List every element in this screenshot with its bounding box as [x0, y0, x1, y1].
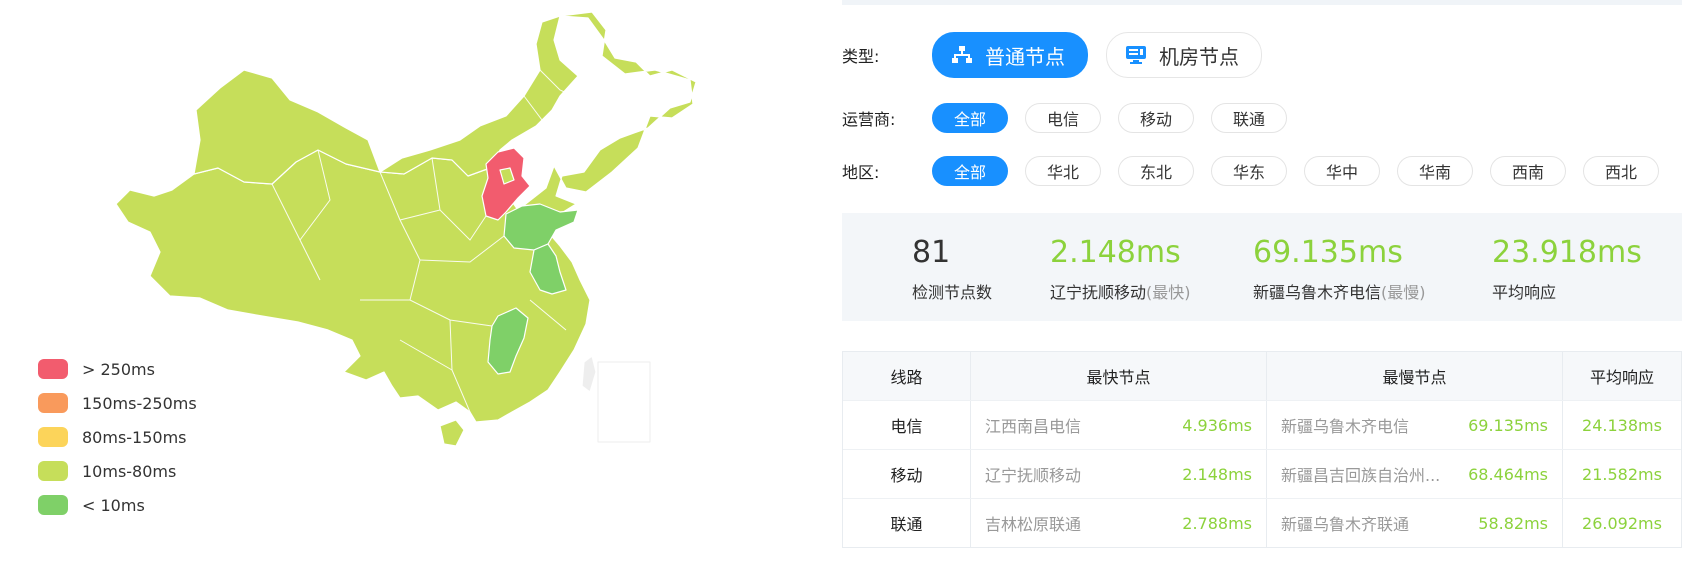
header-average: 平均响应 [1589, 368, 1654, 387]
type-datacenter-node-label: 机房节点 [1159, 44, 1239, 69]
header-fastest-node: 最快节点 [971, 352, 1267, 400]
type-filter-row: 类型: 普通节点 机房节点 [842, 32, 1280, 78]
fastest-node-name: 吉林松原联通 [985, 515, 1082, 534]
legend-swatch [38, 461, 68, 481]
shandong-green-region [503, 203, 579, 251]
stat-node-count-value: 81 [912, 235, 951, 270]
header-line: 线路 [843, 352, 971, 400]
cell-average: 24.138ms [1563, 401, 1681, 449]
legend-item[interactable]: 150ms-250ms [38, 386, 197, 420]
cell-average: 21.582ms [1563, 450, 1681, 498]
cell-line: 电信 [843, 401, 971, 449]
average-value: 26.092ms [1582, 513, 1662, 533]
table-header-row: 线路 最快节点 最慢节点 平均响应 [843, 352, 1681, 401]
type-normal-node-button[interactable]: 普通节点 [932, 32, 1088, 78]
region-option-southwest[interactable]: 西南 [1490, 156, 1566, 186]
stat-fastest-value: 2.148ms [1050, 235, 1181, 270]
cell-fastest: 吉林松原联通 2.788ms [971, 499, 1267, 547]
isp-option-telecom[interactable]: 电信 [1025, 103, 1101, 133]
fastest-node-value: 2.788ms [1182, 513, 1252, 533]
north-strip-region [379, 15, 579, 177]
cell-slowest: 新疆乌鲁木齐电信 69.135ms [1267, 401, 1563, 449]
isp-option-all[interactable]: 全部 [932, 103, 1008, 133]
legend-swatch [38, 359, 68, 379]
legend-item[interactable]: 80ms-150ms [38, 420, 197, 454]
isp-latency-table: 线路 最快节点 最慢节点 平均响应 电信 江西南昌电信 4.936ms 新疆乌鲁木齐电… [842, 351, 1682, 548]
fastest-node-name: 江西南昌电信 [985, 417, 1082, 436]
cell-fastest: 江西南昌电信 4.936ms [971, 401, 1267, 449]
taiwan-region [581, 355, 597, 393]
region-option-central[interactable]: 华中 [1304, 156, 1380, 186]
legend-label: 80ms-150ms [82, 427, 187, 447]
slowest-node-value: 69.135ms [1468, 415, 1548, 435]
table-row: 电信 江西南昌电信 4.936ms 新疆乌鲁木齐电信 69.135ms 24.138ms [843, 401, 1681, 450]
region-filter-row: 地区: 全部 华北 东北 华东 华中 华南 西南 西北 [842, 156, 1676, 186]
top-divider [842, 0, 1682, 5]
latency-map-panel: > 250ms 150ms-250ms 80ms-150ms 10ms-80ms < 1… [0, 0, 800, 562]
region-option-northeast[interactable]: 东北 [1118, 156, 1194, 186]
legend-label: > 250ms [82, 359, 155, 379]
cell-line: 移动 [843, 450, 971, 498]
cell-slowest: 新疆乌鲁木齐联通 58.82ms [1267, 499, 1563, 547]
region-label: 地区: [842, 163, 880, 182]
legend-label: 10ms-80ms [82, 461, 177, 481]
slowest-node-name: 新疆乌鲁木齐联通 [1281, 515, 1410, 534]
isp-option-mobile[interactable]: 移动 [1118, 103, 1194, 133]
region-option-north[interactable]: 华北 [1025, 156, 1101, 186]
server-monitor-icon [1125, 45, 1147, 65]
cell-fastest: 辽宁抚顺移动 2.148ms [971, 450, 1267, 498]
map-legend: > 250ms 150ms-250ms 80ms-150ms 10ms-80ms < 1… [38, 352, 197, 522]
south-sea-inset [597, 361, 651, 443]
stat-average-value: 23.918ms [1492, 235, 1642, 270]
region-option-northwest[interactable]: 西北 [1583, 156, 1659, 186]
stat-slowest-value: 69.135ms [1253, 235, 1403, 270]
hainan-region [439, 419, 465, 447]
isp-label: 运营商: [842, 110, 896, 129]
stats-summary: 81 检测节点数 2.148ms 辽宁抚顺移动(最快) 69.135ms 新疆乌… [842, 213, 1682, 321]
stat-fastest: 2.148ms 辽宁抚顺移动(最快) [1050, 235, 1191, 303]
slowest-node-name: 新疆昌吉回族自治州... [1281, 466, 1441, 485]
table-row: 移动 辽宁抚顺移动 2.148ms 新疆昌吉回族自治州... 68.464ms 21.58… [843, 450, 1681, 499]
legend-swatch [38, 495, 68, 515]
china-mainland-region [115, 11, 697, 423]
region-option-all[interactable]: 全部 [932, 156, 1008, 186]
cell-slowest: 新疆昌吉回族自治州... 68.464ms [1267, 450, 1563, 498]
cell-average: 26.092ms [1563, 499, 1681, 547]
type-datacenter-node-button[interactable]: 机房节点 [1106, 32, 1262, 78]
legend-swatch [38, 393, 68, 413]
stat-slowest-label: 新疆乌鲁木齐电信(最慢) [1253, 283, 1426, 302]
slowest-node-value: 68.464ms [1468, 464, 1548, 484]
isp-filter-row: 运营商: 全部 电信 移动 联通 [842, 103, 1304, 133]
isp-option-unicom[interactable]: 联通 [1211, 103, 1287, 133]
fastest-node-value: 4.936ms [1182, 415, 1252, 435]
type-normal-node-label: 普通节点 [985, 44, 1065, 69]
region-option-south[interactable]: 华南 [1397, 156, 1473, 186]
cell-line: 联通 [843, 499, 971, 547]
average-value: 21.582ms [1582, 464, 1662, 484]
stat-average-label: 平均响应 [1492, 283, 1557, 302]
fastest-node-value: 2.148ms [1182, 464, 1252, 484]
stat-slowest: 69.135ms 新疆乌鲁木齐电信(最慢) [1253, 235, 1426, 303]
stat-fastest-label: 辽宁抚顺移动(最快) [1050, 283, 1191, 302]
slowest-node-value: 58.82ms [1478, 513, 1548, 533]
fastest-node-name: 辽宁抚顺移动 [985, 466, 1082, 485]
region-option-east[interactable]: 华东 [1211, 156, 1287, 186]
legend-label: 150ms-250ms [82, 393, 197, 413]
stat-average: 23.918ms 平均响应 [1492, 235, 1642, 303]
legend-item[interactable]: < 10ms [38, 488, 197, 522]
legend-label: < 10ms [82, 495, 145, 515]
type-label: 类型: [842, 47, 880, 66]
legend-item[interactable]: > 250ms [38, 352, 197, 386]
stat-node-count-label: 检测节点数 [912, 283, 993, 302]
slowest-node-name: 新疆乌鲁木齐电信 [1281, 417, 1410, 436]
network-nodes-icon [951, 45, 973, 65]
table-row: 联通 吉林松原联通 2.788ms 新疆乌鲁木齐联通 58.82ms 26.092ms [843, 499, 1681, 547]
legend-item[interactable]: 10ms-80ms [38, 454, 197, 488]
stat-node-count: 81 检测节点数 [912, 235, 992, 303]
legend-swatch [38, 427, 68, 447]
test-results-panel: 类型: 普通节点 机房节点 运营商: 全部 电信 移动 联通 地区: 全部 华北… [842, 0, 1684, 562]
average-value: 24.138ms [1582, 415, 1662, 435]
header-slowest-node: 最慢节点 [1267, 352, 1563, 400]
